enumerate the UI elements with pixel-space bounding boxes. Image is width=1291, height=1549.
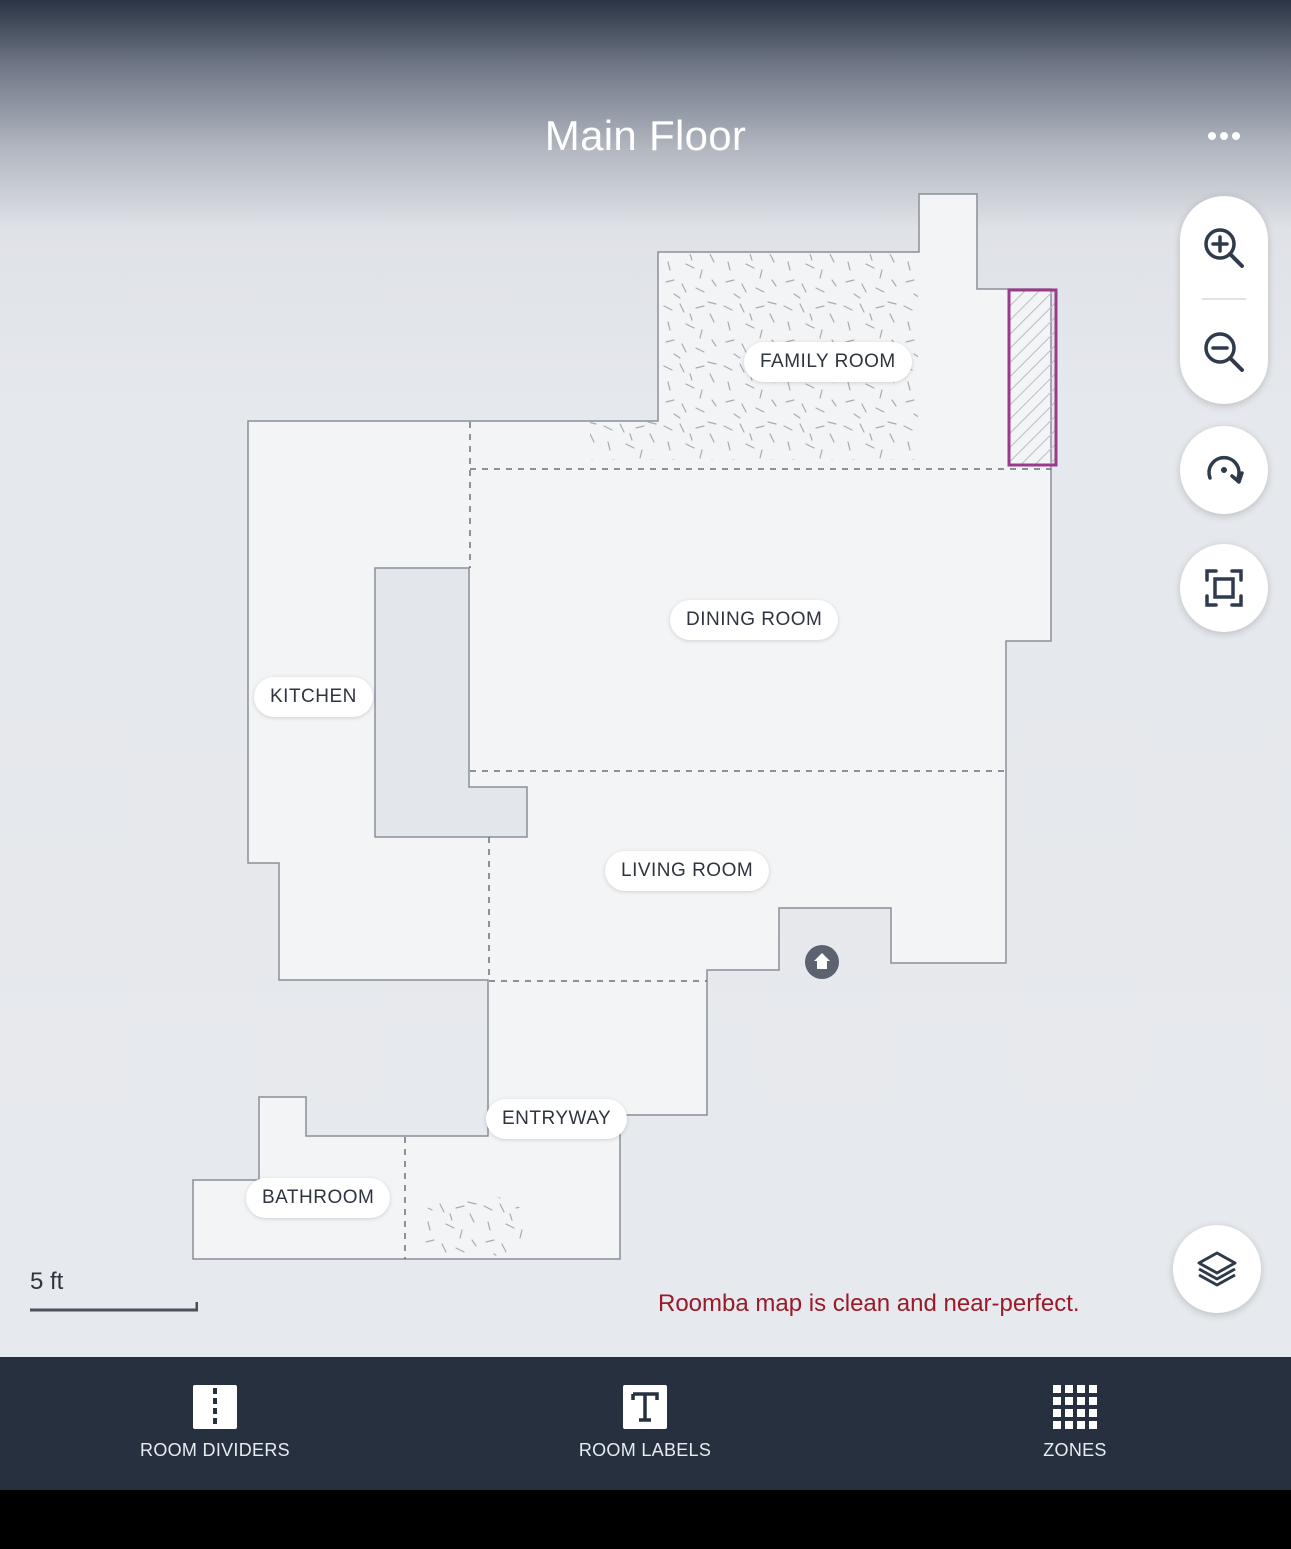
zoom-in-icon (1204, 228, 1244, 268)
room-dividers-icon (193, 1385, 237, 1429)
bottom-toolbar: ROOM DIVIDERS ROOM LABELS ZONES (0, 1357, 1291, 1490)
more-options-button[interactable] (1196, 116, 1252, 156)
map-screen: Main Floor FAMILY ROOM DINING ROOM KITCH… (0, 0, 1291, 1357)
home-base-icon[interactable] (805, 945, 839, 979)
scale-bar (30, 1302, 198, 1312)
more-icon (1208, 132, 1240, 140)
floor-map[interactable] (0, 0, 1291, 1357)
room-label-bathroom[interactable]: BATHROOM (246, 1178, 391, 1218)
system-nav-area (0, 1490, 1291, 1549)
tab-label: ZONES (1043, 1440, 1107, 1460)
fit-to-screen-icon (1205, 569, 1243, 607)
fit-to-screen-button[interactable] (1180, 544, 1268, 632)
floor-outline (192, 193, 1052, 1260)
room-label-entryway[interactable]: ENTRYWAY (486, 1099, 628, 1139)
keep-out-zone[interactable] (1007, 288, 1058, 467)
room-label-living-room[interactable]: LIVING ROOM (605, 851, 770, 891)
room-labels-icon (623, 1385, 667, 1429)
zoom-controls (1180, 196, 1268, 404)
rotate-icon (1207, 455, 1244, 484)
layers-button[interactable] (1173, 1225, 1261, 1313)
zoom-out-icon (1204, 332, 1244, 372)
zones-icon (1053, 1385, 1097, 1429)
bathroom-debris (418, 1194, 530, 1258)
tab-label: ROOM LABELS (578, 1440, 712, 1460)
zoom-out-button[interactable] (1180, 308, 1268, 396)
tab-zones[interactable]: ZONES (925, 1357, 1225, 1490)
zoom-divider (1202, 298, 1246, 300)
page-title: Main Floor (544, 112, 747, 159)
tab-label: ROOM DIVIDERS (140, 1440, 290, 1460)
tab-room-dividers[interactable]: ROOM DIVIDERS (65, 1357, 365, 1490)
rotate-map-button[interactable] (1180, 426, 1268, 514)
scale-label: 5 ft (30, 1268, 64, 1295)
map-caption: Roomba map is clean and near-perfect. (658, 1290, 1080, 1317)
room-label-kitchen[interactable]: KITCHEN (254, 677, 373, 717)
tab-room-labels[interactable]: ROOM LABELS (495, 1357, 795, 1490)
room-label-family-room[interactable]: FAMILY ROOM (744, 342, 912, 382)
layers-icon (1197, 1251, 1237, 1287)
zoom-in-button[interactable] (1180, 204, 1268, 292)
room-label-dining-room[interactable]: DINING ROOM (670, 600, 839, 640)
